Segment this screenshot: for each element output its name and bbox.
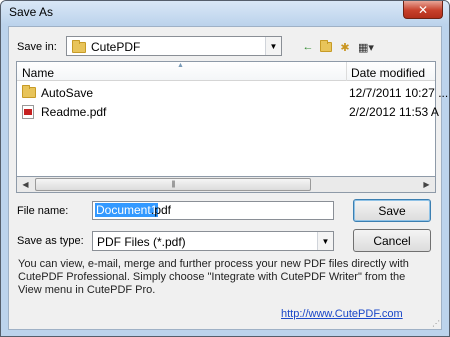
scrollbar-thumb[interactable]: |||: [35, 178, 311, 191]
save-as-dialog: Save As ✕ Save in: CutePDF ▼ ← ✱ ▦▾ Name…: [0, 0, 450, 337]
item-date: 2/2/2012 11:53 A: [349, 105, 439, 119]
column-divider: [346, 62, 347, 81]
list-item[interactable]: Readme.pdf 2/2/2012 11:53 A: [17, 103, 439, 121]
close-icon: ✕: [417, 2, 429, 17]
chevron-down-icon[interactable]: ▼: [265, 37, 281, 55]
column-name[interactable]: Name: [22, 66, 54, 80]
chevron-down-icon[interactable]: ▼: [317, 232, 333, 250]
file-name-selected-text: Document1: [95, 203, 159, 217]
save-in-label: Save in:: [17, 41, 57, 53]
file-name-extension: .pdf: [151, 203, 172, 217]
grip-icon: |||: [171, 181, 176, 188]
cancel-button-label: Cancel: [373, 233, 411, 248]
column-date-modified[interactable]: Date modified: [351, 66, 425, 80]
save-in-value: CutePDF: [91, 40, 141, 54]
save-as-type-label: Save as type:: [17, 235, 84, 247]
scroll-right-icon[interactable]: ▶: [418, 177, 435, 192]
close-button[interactable]: ✕: [403, 1, 443, 19]
save-as-type-value: PDF Files (*.pdf): [97, 235, 186, 249]
horizontal-scrollbar[interactable]: ◀ ||| ▶: [16, 176, 436, 193]
column-header: Name ▲ Date modified: [17, 62, 435, 81]
cutepdf-link[interactable]: http://www.CutePDF.com: [281, 308, 403, 320]
info-text: You can view, e-mail, merge and further …: [18, 258, 409, 296]
resize-grip-icon[interactable]: ⋰: [432, 319, 440, 328]
scroll-left-icon[interactable]: ◀: [17, 177, 34, 192]
folder-icon: [22, 85, 36, 98]
title-bar[interactable]: Save As ✕: [1, 1, 449, 25]
item-date: 12/7/2011 10:27 ...: [349, 86, 449, 100]
window-title: Save As: [9, 5, 54, 19]
item-name: Readme.pdf: [41, 105, 107, 119]
pdf-file-icon: [22, 105, 34, 119]
back-icon[interactable]: ←: [300, 39, 316, 55]
up-folder-icon[interactable]: [318, 39, 334, 55]
dialog-body: Save in: CutePDF ▼ ← ✱ ▦▾ Name ▲ Date mo…: [8, 26, 448, 330]
cancel-button[interactable]: Cancel: [353, 229, 431, 252]
list-item[interactable]: AutoSave 12/7/2011 10:27 ...: [17, 84, 448, 102]
file-list[interactable]: Name ▲ Date modified AutoSave 12/7/2011 …: [16, 61, 448, 191]
save-button[interactable]: Save: [353, 199, 431, 222]
save-as-type-dropdown[interactable]: PDF Files (*.pdf) ▼: [92, 231, 334, 251]
save-button-label: Save: [378, 203, 406, 218]
save-in-dropdown[interactable]: CutePDF ▼: [66, 36, 282, 56]
sort-ascending-icon: ▲: [177, 62, 184, 69]
pdf-badge: [24, 109, 32, 115]
views-menu-icon[interactable]: ▦▾: [355, 39, 377, 55]
item-name: AutoSave: [41, 86, 94, 100]
folder-icon: [72, 40, 86, 53]
folder-icon: [320, 40, 332, 52]
file-name-input[interactable]: Document1 .pdf: [92, 201, 334, 220]
file-name-label: File name:: [17, 205, 69, 217]
new-folder-icon[interactable]: ✱: [337, 39, 353, 55]
